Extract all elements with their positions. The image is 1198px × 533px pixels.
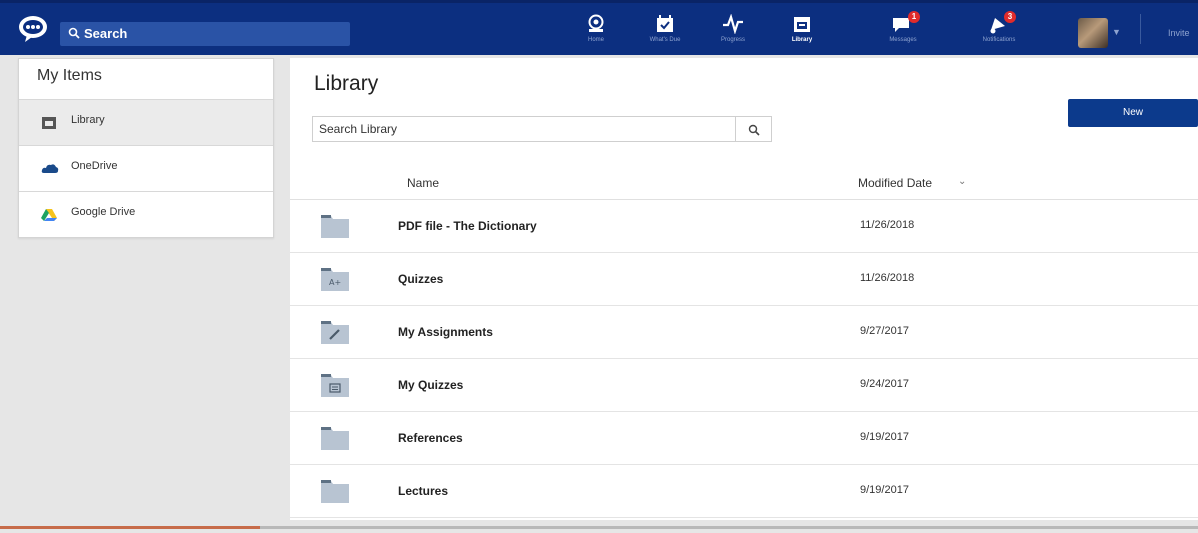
library-search-button[interactable]	[735, 116, 772, 142]
nav-notifications[interactable]: 3 Notifications	[968, 11, 1030, 52]
row-date: 9/19/2017	[860, 484, 909, 496]
row-name[interactable]: My Assignments	[398, 325, 493, 339]
notifications-badge: 3	[1004, 11, 1016, 23]
search-icon	[68, 27, 80, 39]
sidebar-title: My Items	[37, 67, 102, 84]
page-title: Library	[314, 72, 379, 95]
column-header-modified-date[interactable]: Modified Date	[858, 176, 932, 190]
row-name[interactable]: My Quizzes	[398, 378, 463, 392]
google-drive-icon	[41, 209, 57, 221]
table-row[interactable]: References 9/19/2017	[290, 412, 1198, 465]
top-navigation-bar: Search Home What's Due Progress Library	[0, 0, 1198, 55]
row-date: 9/19/2017	[860, 431, 909, 443]
row-name[interactable]: References	[398, 431, 463, 445]
onedrive-icon	[41, 164, 59, 173]
topbar-strip	[0, 0, 1198, 3]
nav-library[interactable]: Library	[771, 14, 833, 52]
nav-progress-label: Progress	[720, 37, 745, 43]
library-icon	[42, 117, 56, 129]
sidebar-item-label: Library	[71, 114, 105, 126]
sidebar-title-row: My Items	[19, 59, 273, 99]
bottom-accent	[0, 526, 260, 529]
nav-whats-due-label: What's Due	[649, 37, 681, 43]
nav-progress[interactable]: Progress	[702, 14, 764, 52]
table-row[interactable]: My Assignments 9/27/2017	[290, 306, 1198, 359]
sidebar-item-label: OneDrive	[71, 160, 118, 172]
folder-list-icon	[321, 374, 349, 397]
invite-link[interactable]: Invite	[1168, 28, 1190, 38]
folder-icon	[321, 480, 349, 503]
chevron-down-icon[interactable]: ▼	[1112, 27, 1121, 37]
row-name[interactable]: Quizzes	[398, 272, 443, 286]
global-search-input[interactable]: Search	[60, 22, 350, 46]
row-name[interactable]: PDF file - The Dictionary	[398, 219, 537, 233]
sidebar: My Items Library OneDrive Google Drive	[18, 58, 274, 238]
nav-messages[interactable]: 1 Messages	[872, 11, 934, 52]
library-panel: Library Search Library New Name Modified…	[290, 58, 1198, 520]
messages-badge: 1	[908, 11, 920, 23]
sidebar-item-library[interactable]: Library	[19, 99, 273, 145]
app-logo-icon[interactable]	[18, 15, 48, 43]
nav-notifications-label: Notifications	[982, 37, 1016, 43]
sort-chevron-down-icon[interactable]: ⌄	[958, 176, 966, 187]
nav-messages-label: Messages	[889, 37, 917, 43]
row-date: 11/26/2018	[860, 272, 915, 284]
row-date: 9/24/2017	[860, 378, 909, 390]
library-icon	[794, 17, 810, 32]
table-row[interactable]: PDF file - The Dictionary 11/26/2018	[290, 200, 1198, 253]
global-search-label: Search	[84, 26, 128, 41]
nav-home-label: Home	[587, 37, 604, 43]
folder-a-plus-icon: A+	[321, 268, 349, 291]
pulse-icon	[723, 14, 743, 34]
table-row[interactable]: A+ Quizzes 11/26/2018	[290, 253, 1198, 306]
table-row[interactable]: My Quizzes 9/24/2017	[290, 359, 1198, 412]
svg-text:A+: A+	[329, 278, 341, 287]
avatar[interactable]	[1078, 18, 1108, 48]
nav-library-label: Library	[791, 37, 813, 43]
search-icon	[748, 124, 760, 136]
calendar-check-icon	[657, 15, 673, 32]
table-row[interactable]: Lectures 9/19/2017	[290, 465, 1198, 518]
home-icon	[588, 14, 604, 32]
sidebar-item-label: Google Drive	[71, 206, 136, 218]
folder-icon	[321, 427, 349, 450]
topbar-divider	[1140, 14, 1141, 44]
column-header-name[interactable]: Name	[407, 176, 439, 190]
row-name[interactable]: Lectures	[398, 484, 448, 498]
nav-home[interactable]: Home	[565, 14, 627, 52]
nav-whats-due[interactable]: What's Due	[634, 14, 696, 52]
folder-pencil-icon	[321, 321, 349, 344]
sidebar-item-onedrive[interactable]: OneDrive	[19, 145, 273, 191]
library-search-input[interactable]: Search Library	[312, 116, 772, 142]
new-button[interactable]: New	[1068, 99, 1198, 127]
table-header: Name Modified Date ⌄	[290, 162, 1198, 200]
folder-icon	[321, 215, 349, 238]
row-date: 11/26/2018	[860, 219, 915, 231]
library-search-placeholder: Search Library	[319, 122, 398, 136]
sidebar-item-google-drive[interactable]: Google Drive	[19, 191, 273, 237]
row-date: 9/27/2017	[860, 325, 909, 337]
